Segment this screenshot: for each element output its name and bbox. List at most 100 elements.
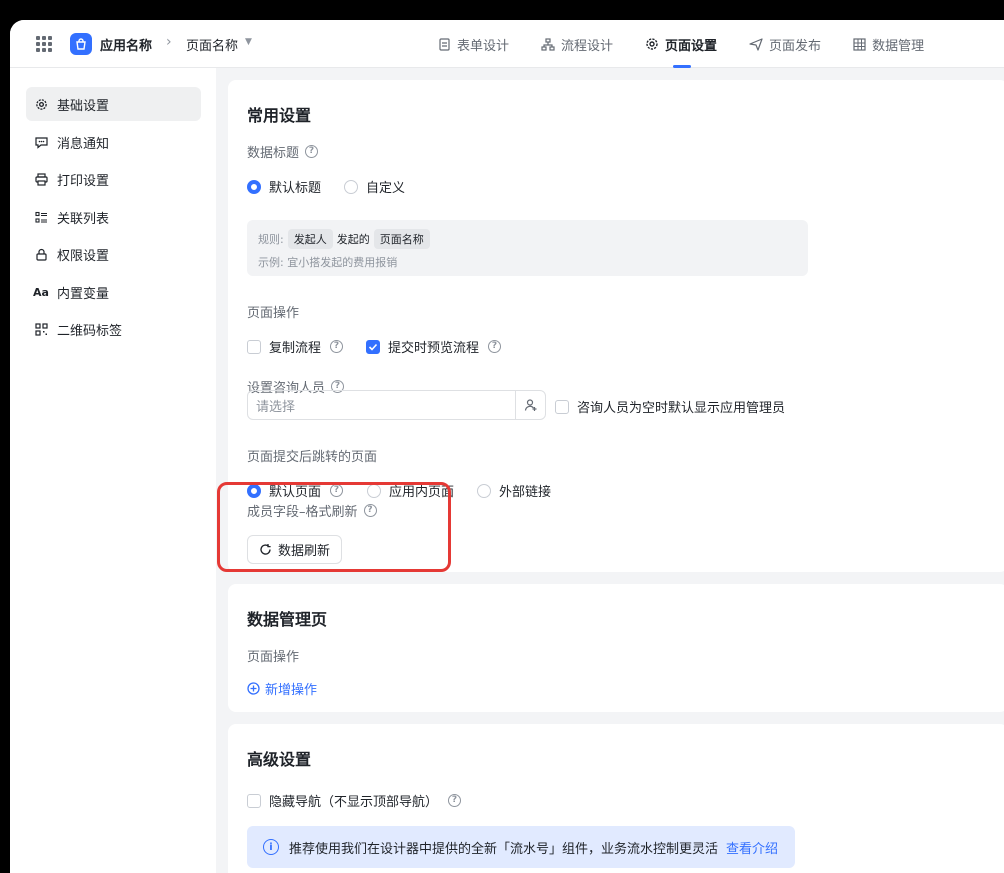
add-user-icon[interactable] (515, 391, 545, 419)
page-ops-label: 页面操作 (247, 650, 300, 665)
app-name[interactable]: 应用名称 (100, 35, 152, 54)
sidebar-item-basic[interactable]: 基础设置 (26, 87, 201, 121)
checkbox-indicator (555, 399, 569, 414)
help-icon[interactable]: ? (330, 484, 344, 497)
flow-icon (541, 37, 555, 51)
radio-in-app-page[interactable]: 应用内页面 (367, 481, 454, 500)
chevron-right-icon: › (166, 34, 172, 50)
sidebar-item-related-list[interactable]: 关联列表 (26, 200, 201, 234)
sidebar-item-label: 消息通知 (57, 136, 110, 152)
copy-flow-checkbox[interactable]: 复制流程? (247, 337, 344, 356)
rule-example: 示例: 宜小搭发起的费用报销 (258, 256, 398, 269)
radio-indicator (247, 179, 261, 194)
rule-text: 发起的 (336, 233, 370, 246)
tab-data-manage[interactable]: 数据管理 (853, 20, 924, 68)
help-icon[interactable]: ? (330, 340, 344, 353)
sidebar-item-label: 打印设置 (57, 173, 110, 189)
radio-indicator (247, 483, 261, 498)
rule-prefix: 规则: (258, 233, 284, 246)
section-title: 常用设置 (247, 106, 312, 125)
tab-flow-design[interactable]: 流程设计 (541, 20, 613, 68)
option-label: 默认标题 (269, 181, 322, 196)
list-icon (34, 210, 48, 224)
app-window: 应用名称 › 页面名称 ▼ 表单设计 流程设计 页面设置 页面发布 数据管理 基… (10, 20, 1004, 873)
radio-external-link[interactable]: 外部链接 (477, 481, 551, 500)
radio-indicator (477, 483, 491, 498)
advanced-settings-card: 高级设置 隐藏导航（不显示顶部导航）? i 推荐使用我们在设计器中提供的全新「流… (228, 724, 1004, 873)
option-label: 咨询人员为空时默认显示应用管理员 (577, 401, 786, 416)
sidebar-item-label: 内置变量 (57, 286, 110, 302)
hide-nav-checkbox[interactable]: 隐藏导航（不显示顶部导航）? (247, 791, 462, 810)
rule-token: 发起人 (287, 229, 333, 249)
member-field-label: 成员字段–格式刷新? (247, 501, 377, 520)
radio-default-page[interactable]: 默认页面? (247, 481, 344, 500)
help-icon[interactable]: ? (488, 340, 502, 353)
printer-icon (34, 172, 48, 186)
top-tabs: 表单设计 流程设计 页面设置 页面发布 数据管理 (438, 20, 956, 68)
table-icon (853, 37, 866, 51)
consultant-default-checkbox[interactable]: 咨询人员为空时默认显示应用管理员 (555, 397, 785, 416)
option-label: 自定义 (366, 181, 406, 196)
sidebar-item-label: 基础设置 (57, 98, 110, 114)
preview-flow-checkbox[interactable]: 提交时预览流程? (366, 337, 502, 356)
option-label: 外部链接 (499, 485, 552, 500)
button-label: 数据刷新 (277, 544, 330, 559)
sidebar-item-qrcode[interactable]: 二维码标签 (26, 312, 201, 346)
help-icon[interactable]: ? (448, 794, 462, 807)
data-refresh-button[interactable]: 数据刷新 (247, 535, 342, 564)
form-icon (439, 37, 450, 51)
title-rule-box: 规则: 发起人 发起的 页面名称 示例: 宜小搭发起的费用报销 (247, 220, 808, 276)
link-label: 新增操作 (265, 683, 318, 698)
label-text: 数据标题 (247, 146, 300, 161)
data-manage-card: 数据管理页 页面操作 新增操作 (228, 584, 1004, 712)
sidebar-item-message[interactable]: 消息通知 (26, 125, 201, 159)
view-intro-link[interactable]: 查看介绍 (726, 838, 778, 857)
help-icon[interactable]: ? (305, 145, 319, 158)
gear-icon (34, 97, 48, 111)
variable-icon: Aa (33, 285, 49, 299)
option-label: 复制流程 (269, 341, 322, 356)
label-text: 成员字段–格式刷新 (247, 505, 358, 520)
radio-default-title[interactable]: 默认标题 (247, 177, 321, 196)
sidebar-item-label: 二维码标签 (57, 323, 123, 339)
option-label: 提交时预览流程 (388, 341, 480, 356)
tab-page-publish[interactable]: 页面发布 (749, 20, 821, 68)
checkbox-indicator (247, 339, 261, 354)
app-logo-icon (70, 33, 92, 55)
rule-token: 页面名称 (373, 229, 430, 249)
caret-down-icon[interactable]: ▼ (245, 37, 252, 47)
tab-page-settings[interactable]: 页面设置 (645, 20, 717, 68)
radio-custom-title[interactable]: 自定义 (344, 177, 405, 196)
tab-label: 流程设计 (561, 38, 614, 54)
qrcode-icon (34, 322, 48, 336)
general-settings-card: 常用设置 数据标题? 默认标题 自定义 规则: 发起人 发起的 页面名称 示例:… (228, 80, 1004, 572)
checkbox-indicator (366, 339, 380, 354)
tab-label: 页面设置 (665, 38, 718, 54)
send-icon (749, 37, 763, 51)
info-icon: i (263, 839, 279, 855)
option-label: 应用内页面 (389, 485, 455, 500)
sidebar-item-variables[interactable]: Aa 内置变量 (26, 275, 201, 309)
section-title: 数据管理页 (247, 610, 328, 629)
refresh-icon (260, 544, 271, 555)
tab-label: 数据管理 (872, 38, 925, 54)
message-icon (34, 135, 48, 149)
tab-label: 页面发布 (769, 38, 822, 54)
consultant-select[interactable]: 请选择 (247, 390, 546, 420)
top-bar: 应用名称 › 页面名称 ▼ 表单设计 流程设计 页面设置 页面发布 数据管理 (10, 20, 1004, 68)
checkbox-indicator (247, 793, 261, 808)
page-name[interactable]: 页面名称 (186, 35, 238, 54)
redirect-label: 页面提交后跳转的页面 (247, 450, 378, 465)
rule-line: 规则: 发起人 发起的 页面名称 (258, 229, 434, 249)
sidebar-item-print[interactable]: 打印设置 (26, 162, 201, 196)
tab-form-design[interactable]: 表单设计 (438, 20, 509, 68)
apps-grid-icon[interactable] (36, 36, 52, 52)
sidebar-item-label: 权限设置 (57, 248, 110, 264)
serial-number-tip: i 推荐使用我们在设计器中提供的全新「流水号」组件，业务流水控制更灵活 查看介绍 (247, 826, 795, 868)
add-action-link[interactable]: 新增操作 (247, 679, 317, 698)
sidebar-item-permission[interactable]: 权限设置 (26, 237, 201, 271)
help-icon[interactable]: ? (363, 504, 377, 517)
tab-label: 表单设计 (457, 38, 510, 54)
option-label: 默认页面 (269, 485, 322, 500)
plus-circle-icon (247, 682, 260, 695)
